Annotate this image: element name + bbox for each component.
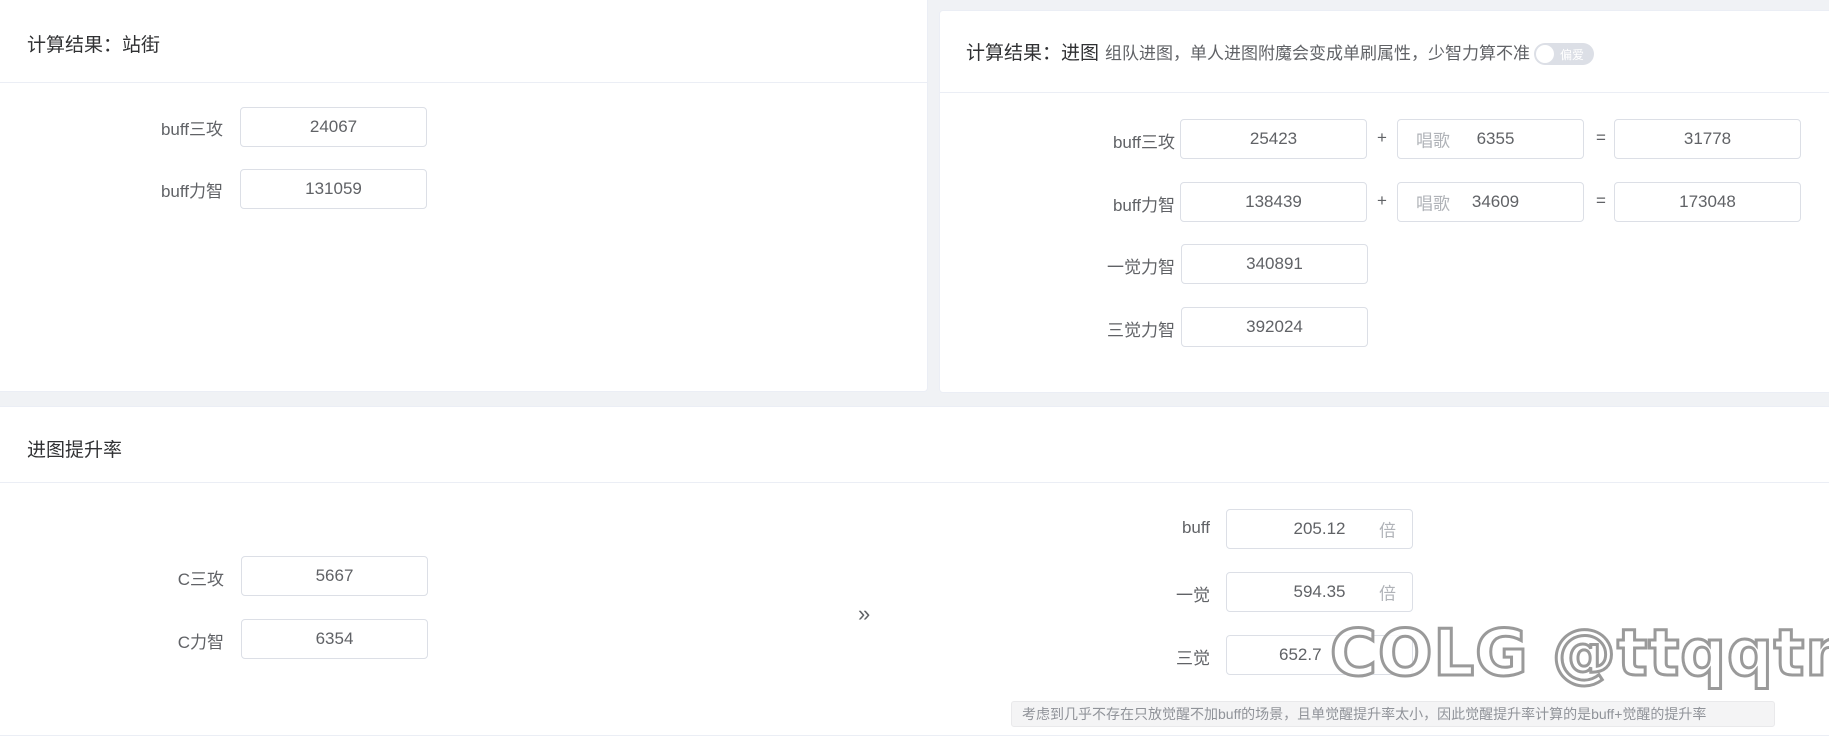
song-stat-value: 34609	[1471, 192, 1520, 211]
first-awakening-rate-field[interactable]: 594.35 倍	[1226, 572, 1413, 612]
preference-toggle[interactable]: 偏爱	[1534, 42, 1595, 65]
standing-result-card: 计算结果：站街 buff三攻 24067 buff力智 131059	[0, 0, 928, 392]
song-prefix: 唱歌	[1416, 131, 1450, 151]
dungeon-hint-text: 组队进图，单人进图附魔会变成单刷属性，少智力算不准	[1105, 44, 1531, 63]
plus-sign: +	[1377, 191, 1387, 210]
first-awakening-stat-value: 340891	[1246, 254, 1303, 273]
standing-buff-stat-value: 131059	[305, 179, 362, 198]
dungeon-row-label: 三觉力智	[1107, 321, 1175, 340]
third-awakening-stat-value: 392024	[1246, 317, 1303, 336]
dungeon-buff-stat-value: 138439	[1245, 192, 1302, 211]
buff-rate-field[interactable]: 205.12 倍	[1226, 509, 1413, 549]
plus-sign: +	[1377, 128, 1387, 147]
song-attack-field[interactable]: 唱歌 6355	[1397, 119, 1584, 159]
standing-row-label: buff三攻	[160, 120, 223, 139]
toggle-label: 偏爱	[1560, 47, 1585, 62]
standing-buff-attack-field[interactable]: 24067	[240, 107, 427, 147]
dungeon-card-header: 计算结果：进图 组队进图，单人进图附魔会变成单刷属性，少智力算不准 偏爱	[940, 11, 1829, 93]
third-awakening-rate-value: 652.7	[1279, 645, 1322, 664]
c-stat-input[interactable]: 6354	[241, 619, 428, 659]
rate-row-label: 三觉	[1176, 649, 1210, 668]
rate-row-label: 一觉	[1176, 586, 1210, 605]
standing-buff-attack-value: 24067	[309, 117, 358, 136]
buff-rate-value: 205.12	[1293, 519, 1346, 538]
double-chevron-right-icon: »	[858, 601, 871, 626]
dungeon-card-title: 计算结果：进图 组队进图，单人进图附魔会变成单刷属性，少智力算不准 偏爱	[966, 38, 1595, 65]
dungeon-buff-attack-value: 25423	[1249, 129, 1298, 148]
total-stat-field[interactable]: 173048	[1614, 182, 1801, 222]
equals-sign: =	[1596, 191, 1606, 210]
rate-row-label: C力智	[177, 633, 224, 652]
total-attack-value: 31778	[1683, 129, 1732, 148]
times-suffix: 倍	[1379, 521, 1396, 541]
dungeon-row-label: buff力智	[1112, 196, 1175, 215]
dungeon-result-card: 计算结果：进图 组队进图，单人进图附魔会变成单刷属性，少智力算不准 偏爱 buff三…	[939, 10, 1829, 393]
calculation-note: 考虑到几乎不存在只放觉醒不加buff的场景，且单觉醒提升率太小，因此觉醒提升率计…	[1011, 701, 1775, 727]
standing-buff-stat-field[interactable]: 131059	[240, 169, 427, 209]
song-prefix: 唱歌	[1416, 194, 1450, 214]
total-attack-field[interactable]: 31778	[1614, 119, 1801, 159]
rate-row-label: buff	[1181, 518, 1210, 537]
song-attack-value: 6355	[1476, 129, 1515, 148]
times-suffix: 倍	[1379, 584, 1396, 604]
dungeon-buff-attack-field[interactable]: 25423	[1180, 119, 1367, 159]
standing-card-title: 计算结果：站街	[27, 35, 161, 56]
c-attack-input[interactable]: 5667	[241, 556, 428, 596]
total-stat-value: 173048	[1679, 192, 1736, 211]
c-attack-value: 5667	[315, 566, 354, 585]
third-awakening-stat-field[interactable]: 392024	[1181, 307, 1368, 347]
standing-card-header: 计算结果：站街	[0, 0, 927, 83]
watermark-logo: COLG @ttqqtme	[1328, 617, 1829, 691]
rate-card-title: 进图提升率	[27, 440, 123, 461]
equals-sign: =	[1596, 128, 1606, 147]
first-awakening-stat-field[interactable]: 340891	[1181, 244, 1368, 284]
toggle-knob	[1536, 44, 1555, 63]
rate-card-header: 进图提升率	[0, 407, 1829, 483]
dungeon-row-label: 一觉力智	[1107, 258, 1175, 277]
dungeon-row-label: buff三攻	[1112, 133, 1175, 152]
dungeon-title-text: 计算结果：进图	[966, 43, 1100, 64]
standing-row-label: buff力智	[160, 182, 223, 201]
rate-row-label: C三攻	[177, 570, 224, 589]
first-awakening-rate-value: 594.35	[1293, 582, 1346, 601]
dungeon-buff-stat-field[interactable]: 138439	[1180, 182, 1367, 222]
song-stat-field[interactable]: 唱歌 34609	[1397, 182, 1584, 222]
c-stat-value: 6354	[315, 629, 354, 648]
